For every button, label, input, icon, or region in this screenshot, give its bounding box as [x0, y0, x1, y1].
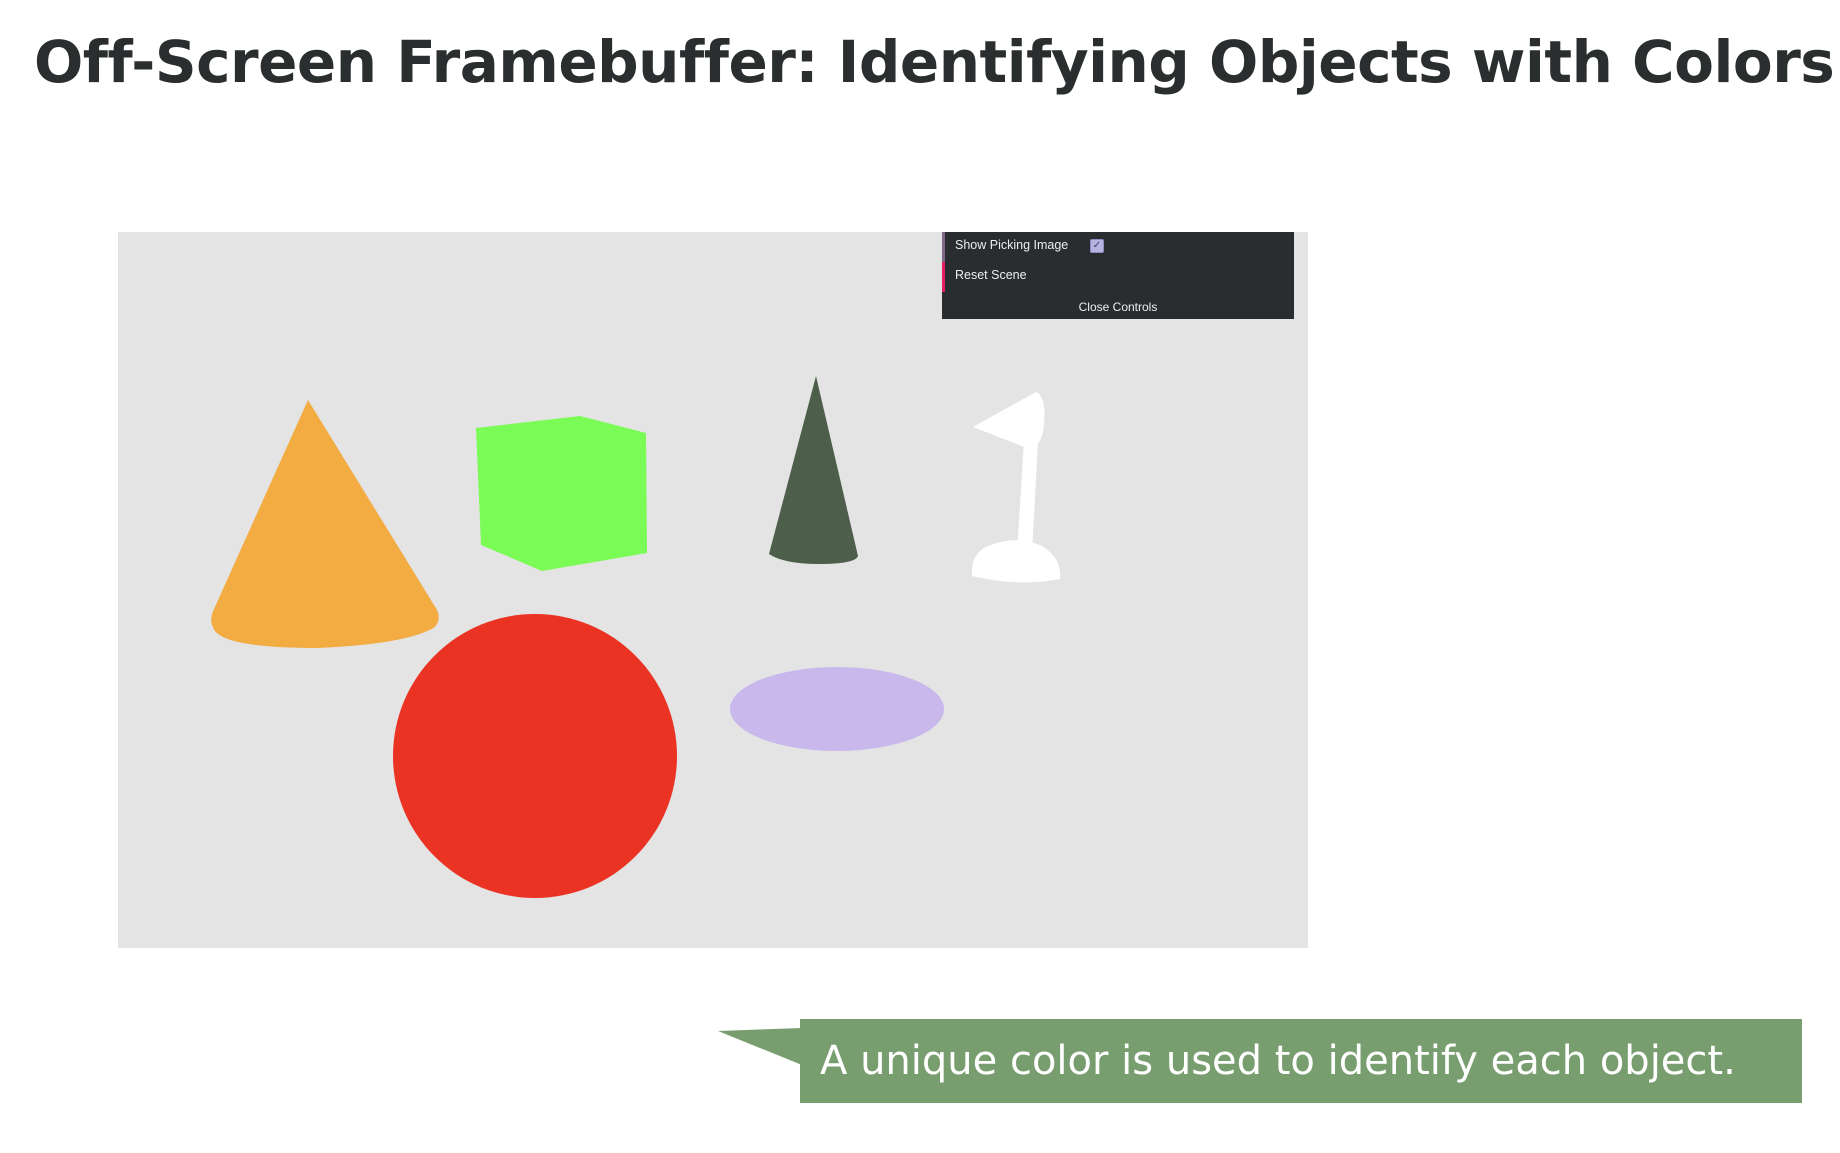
reset-scene-label: Reset Scene	[955, 268, 1027, 282]
white-lamp[interactable]	[971, 392, 1061, 583]
red-sphere[interactable]	[393, 614, 677, 898]
callout-pointer	[718, 1028, 802, 1065]
slide-title: Off-Screen Framebuffer: Identifying Obje…	[34, 28, 1835, 96]
scene-render	[211, 376, 1061, 898]
orange-cone[interactable]	[211, 400, 439, 648]
webgl-canvas[interactable]: Show Picking Image ✓ Reset Scene Close C…	[118, 232, 1308, 948]
callout-note: A unique color is used to identify each …	[800, 1019, 1802, 1103]
lavender-disc[interactable]	[730, 667, 944, 751]
show-picking-image-label: Show Picking Image	[955, 238, 1069, 252]
show-picking-image-row[interactable]: Show Picking Image ✓	[942, 232, 1294, 262]
controls-panel: Show Picking Image ✓ Reset Scene Close C…	[942, 232, 1294, 319]
reset-scene-button[interactable]: Reset Scene	[942, 262, 1294, 292]
green-cube[interactable]	[476, 416, 647, 571]
checkmark-icon: ✓	[1092, 240, 1102, 251]
show-picking-image-checkbox[interactable]: ✓	[1090, 239, 1104, 253]
close-controls-button[interactable]: Close Controls	[942, 296, 1294, 319]
dark-green-cone[interactable]	[769, 376, 858, 564]
